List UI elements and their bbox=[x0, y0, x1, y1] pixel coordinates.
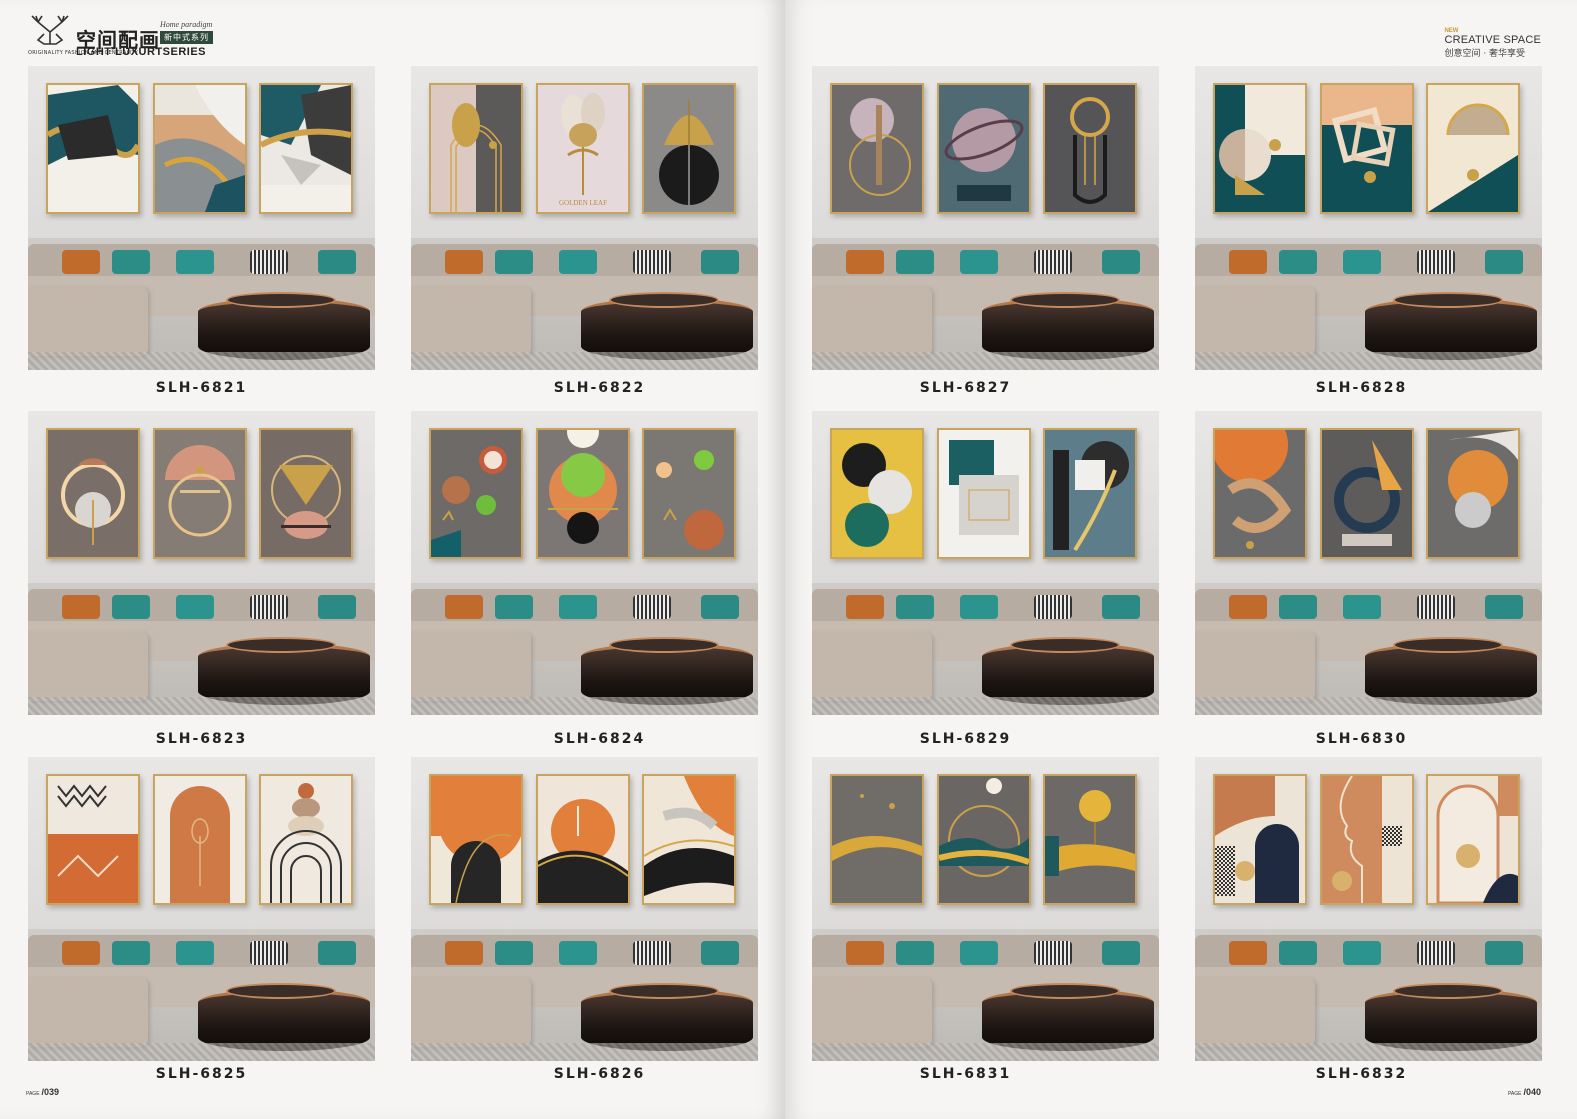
painting-golden-leaf-arch bbox=[429, 83, 523, 214]
product-card-6822[interactable]: GOLDEN LEAF bbox=[411, 66, 758, 370]
brand-logo: ORIGINALITY FASHION AND CENTRALITY 空间配画 … bbox=[28, 14, 238, 58]
antler-logo-icon bbox=[31, 15, 69, 45]
product-card-6830[interactable] bbox=[1195, 411, 1542, 715]
painting-golden-fan-black-marble bbox=[642, 83, 736, 214]
product-code: SLH-6828 bbox=[1315, 380, 1408, 396]
product-code: SLH-6822 bbox=[553, 380, 646, 396]
creative-space-title: CREATIVE SPACE bbox=[1444, 34, 1541, 46]
product-code: SLH-6829 bbox=[919, 731, 1012, 747]
painting-cream-teal-wood bbox=[1426, 83, 1520, 214]
painting-navy-arch-check bbox=[1213, 774, 1307, 905]
painting-gold-tree-wave bbox=[1043, 774, 1137, 905]
painting-navy-ring-deer bbox=[1320, 428, 1414, 559]
product-code: SLH-6824 bbox=[553, 731, 646, 747]
painting-abstract-gold-navy bbox=[259, 83, 353, 214]
product-card-6829[interactable] bbox=[812, 411, 1159, 715]
series-badge: 新中式系列 bbox=[160, 31, 213, 44]
page-number-right: PAGE/040 bbox=[1507, 1087, 1541, 1097]
product-code: SLH-6825 bbox=[155, 1066, 248, 1082]
painting-orange-gray-sphere bbox=[1426, 428, 1520, 559]
golden-leaf-caption: GOLDEN LEAF bbox=[559, 199, 607, 207]
creative-space-header: NEW CREATIVE SPACE 创意空间 · 奢华享受 bbox=[1444, 28, 1541, 59]
painting-abstract-orange-gray bbox=[153, 83, 247, 214]
painting-golden-flower: GOLDEN LEAF bbox=[536, 83, 630, 214]
painting-copper-arch-navy bbox=[1426, 774, 1520, 905]
painting-blue-gray-leaf bbox=[1043, 428, 1137, 559]
painting-pink-circle-gold bbox=[830, 83, 924, 214]
product-card-6825[interactable] bbox=[28, 757, 375, 1061]
painting-copper-glow-ring bbox=[46, 428, 140, 559]
painting-gold-ring-arch bbox=[1043, 83, 1137, 214]
product-code: SLH-6823 bbox=[155, 731, 248, 747]
product-code: SLH-6821 bbox=[155, 380, 248, 396]
painting-abstract-gold-teal bbox=[46, 83, 140, 214]
painting-face-line-copper bbox=[1320, 774, 1414, 905]
product-card-6824[interactable] bbox=[411, 411, 758, 715]
painting-gold-diamond-ring bbox=[259, 428, 353, 559]
product-card-6826[interactable] bbox=[411, 757, 758, 1061]
painting-copper-halfmoon-ring bbox=[153, 428, 247, 559]
product-code: SLH-6831 bbox=[919, 1066, 1012, 1082]
painting-orange-arch-deer bbox=[429, 774, 523, 905]
painting-gold-wave-gray bbox=[830, 774, 924, 905]
home-paradigm: Home paradigm bbox=[160, 20, 213, 29]
product-code: SLH-6826 bbox=[553, 1066, 646, 1082]
product-card-6827[interactable] bbox=[812, 66, 1159, 370]
painting-stacked-stones-rainbow bbox=[259, 774, 353, 905]
product-code: SLH-6830 bbox=[1315, 731, 1408, 747]
painting-orange-sunset-tree bbox=[536, 774, 630, 905]
painting-teal-gold-frames bbox=[1320, 83, 1414, 214]
page-number-left: PAGE/039 bbox=[26, 1087, 60, 1097]
painting-orange-arch-flower bbox=[153, 774, 247, 905]
painting-orange-black-waves bbox=[642, 774, 736, 905]
product-card-6821[interactable] bbox=[28, 66, 375, 370]
painting-yellow-marble-circles bbox=[830, 428, 924, 559]
painting-deer-copper bbox=[642, 428, 736, 559]
product-code: SLH-6827 bbox=[919, 380, 1012, 396]
painting-orange-zigzag bbox=[46, 774, 140, 905]
product-card-6832[interactable] bbox=[1195, 757, 1542, 1061]
product-code: SLH-6832 bbox=[1315, 1066, 1408, 1082]
painting-gold-ring-landscape bbox=[937, 774, 1031, 905]
painting-teal-wood-halfmoon bbox=[1213, 83, 1307, 214]
painting-green-tree-sun bbox=[536, 428, 630, 559]
painting-pink-sphere-ring bbox=[937, 83, 1031, 214]
product-card-6831[interactable] bbox=[812, 757, 1159, 1061]
series-title: LIGHT LUXURTSERIES bbox=[76, 46, 207, 58]
product-card-6823[interactable] bbox=[28, 411, 375, 715]
painting-deer-lamps bbox=[429, 428, 523, 559]
painting-teal-gray-squares bbox=[937, 428, 1031, 559]
creative-space-subtitle: 创意空间 · 奢华享受 bbox=[1444, 49, 1526, 59]
product-card-6828[interactable] bbox=[1195, 66, 1542, 370]
painting-copper-twist bbox=[1213, 428, 1307, 559]
